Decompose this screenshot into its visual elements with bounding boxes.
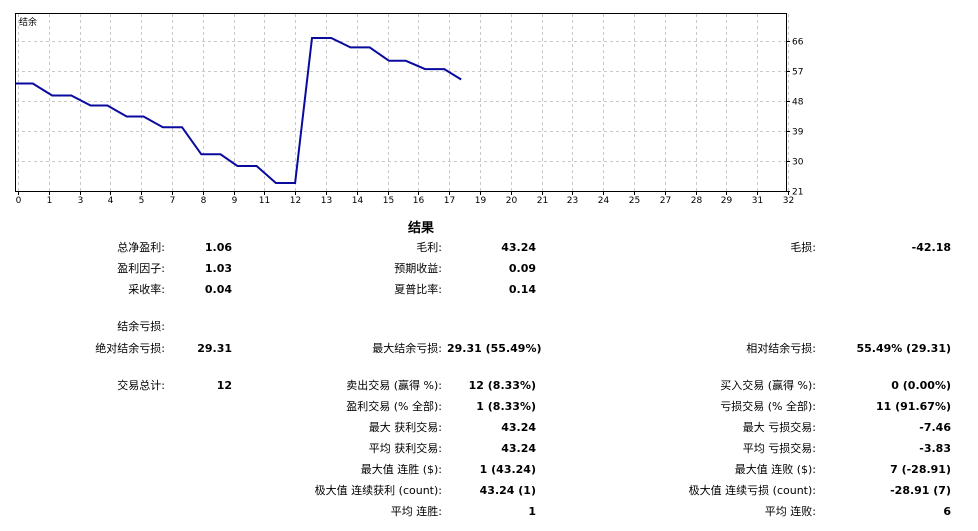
max-dd-value: 29.31 (55.49%) <box>447 342 542 355</box>
max-cons-wins-label: 最大值 连胜 ($): <box>360 463 442 476</box>
x-tick-label: 17 <box>444 196 455 206</box>
avg-profit-value: 43.24 <box>501 442 536 455</box>
x-tick-label: 20 <box>506 196 518 206</box>
x-tick-label: 32 <box>783 196 794 206</box>
max-cons-losses-label: 最大值 连败 ($): <box>734 463 816 476</box>
x-tick-label: 19 <box>475 196 487 206</box>
loss-trades-value: 11 (91.67%) <box>875 400 951 413</box>
expected-payoff-value: 0.09 <box>508 262 536 275</box>
max-cons-profit-label: 极大值 连续获利 (count): <box>314 484 442 497</box>
total-trades-value: 12 <box>216 379 232 392</box>
profit-trades-label: 盈利交易 (% 全部): <box>346 400 442 413</box>
x-tick-label: 16 <box>413 196 425 206</box>
avg-loss-value: -3.83 <box>919 442 951 455</box>
x-tick-label: 31 <box>752 196 763 206</box>
sharpe-label: 夏普比率: <box>394 283 442 296</box>
y-tick-label: 66 <box>792 38 804 48</box>
abs-dd-label: 绝对结余亏损: <box>95 342 165 355</box>
largest-loss-value: -7.46 <box>919 421 951 434</box>
x-tick-label: 5 <box>139 196 145 206</box>
x-tick-label: 25 <box>629 196 640 206</box>
x-tick-label: 12 <box>290 196 301 206</box>
abs-dd-value: 29.31 <box>197 342 232 355</box>
x-tick-label: 15 <box>383 196 394 206</box>
y-tick-label: 48 <box>792 98 804 108</box>
max-cons-profit-value: 43.24 (1) <box>479 484 536 497</box>
x-tick-label: 9 <box>232 196 238 206</box>
short-trades-label: 卖出交易 (赢得 %): <box>346 379 442 392</box>
x-tick-label: 28 <box>691 196 703 206</box>
recovery-label: 采收率: <box>128 283 165 296</box>
y-tick-label: 57 <box>792 68 803 78</box>
rel-dd-label: 相对结余亏损: <box>746 342 816 355</box>
x-tick-label: 24 <box>598 196 610 206</box>
x-tick-label: 7 <box>170 196 176 206</box>
chart-title: 结余 <box>19 16 37 28</box>
avg-cons-losses-label: 平均 连败: <box>764 505 816 518</box>
avg-loss-label: 平均 亏损交易: <box>742 442 816 455</box>
max-cons-loss-label: 极大值 连续亏损 (count): <box>688 484 816 497</box>
largest-profit-label: 最大 获利交易: <box>368 421 442 434</box>
profit-factor-label: 盈利因子: <box>117 262 165 275</box>
max-cons-loss-value: -28.91 (7) <box>890 484 951 497</box>
gross-loss-value: -42.18 <box>911 241 951 254</box>
y-tick-label: 30 <box>792 158 804 168</box>
profit-factor-value: 1.03 <box>204 262 232 275</box>
x-tick-label: 11 <box>259 196 270 206</box>
largest-loss-label: 最大 亏损交易: <box>742 421 816 434</box>
largest-profit-value: 43.24 <box>501 421 536 434</box>
balance-chart: 结余 665748393021 0 1 3 4 5 7 8 9 11 12 13 14 15 16 17 19… <box>15 13 804 206</box>
avg-cons-losses-value: 6 <box>943 505 951 518</box>
y-tick-label: 39 <box>792 128 804 138</box>
chart-grid <box>16 14 789 192</box>
avg-profit-label: 平均 获利交易: <box>368 442 442 455</box>
max-dd-label: 最大结余亏损: <box>372 342 442 355</box>
x-tick-label: 27 <box>660 196 671 206</box>
long-trades-label: 买入交易 (赢得 %): <box>720 379 816 392</box>
x-tick-label: 29 <box>721 196 733 206</box>
results-title: 结果 <box>407 221 434 236</box>
total-trades-label: 交易总计: <box>117 379 165 392</box>
recovery-value: 0.04 <box>204 283 232 296</box>
x-tick-label: 21 <box>537 196 548 206</box>
x-tick-label: 8 <box>201 196 207 206</box>
long-trades-value: 0 (0.00%) <box>891 379 951 392</box>
net-profit-value: 1.06 <box>204 241 232 254</box>
balance-dd-label: 结余亏损: <box>117 320 165 333</box>
avg-cons-wins-value: 1 <box>528 505 536 518</box>
x-tick-label: 3 <box>78 196 84 206</box>
profit-trades-value: 1 (8.33%) <box>476 400 536 413</box>
x-tick-label: 1 <box>47 196 53 206</box>
x-tick-label: 13 <box>321 196 332 206</box>
gross-loss-label: 毛损: <box>790 241 816 254</box>
x-tick-label: 0 <box>16 196 22 206</box>
max-cons-wins-value: 1 (43.24) <box>479 463 536 476</box>
avg-cons-wins-label: 平均 连胜: <box>390 505 442 518</box>
plot-frame <box>15 13 787 192</box>
gross-profit-label: 毛利: <box>416 241 442 254</box>
x-tick-label: 23 <box>567 196 578 206</box>
x-tick-label: 14 <box>352 196 364 206</box>
x-tick-label: 4 <box>108 196 114 206</box>
net-profit-label: 总净盈利: <box>117 241 165 254</box>
sharpe-value: 0.14 <box>508 283 536 296</box>
rel-dd-value: 55.49% (29.31) <box>856 342 952 355</box>
gross-profit-value: 43.24 <box>501 241 536 254</box>
max-cons-losses-value: 7 (-28.91) <box>890 463 951 476</box>
expected-payoff-label: 预期收益: <box>394 262 442 275</box>
short-trades-value: 12 (8.33%) <box>468 379 536 392</box>
loss-trades-label: 亏损交易 (% 全部): <box>720 400 816 413</box>
x-axis-ticks: 0 1 3 4 5 7 8 9 11 12 13 14 15 16 17 19 20 21 23 24 25 27 28 29… <box>16 191 794 206</box>
